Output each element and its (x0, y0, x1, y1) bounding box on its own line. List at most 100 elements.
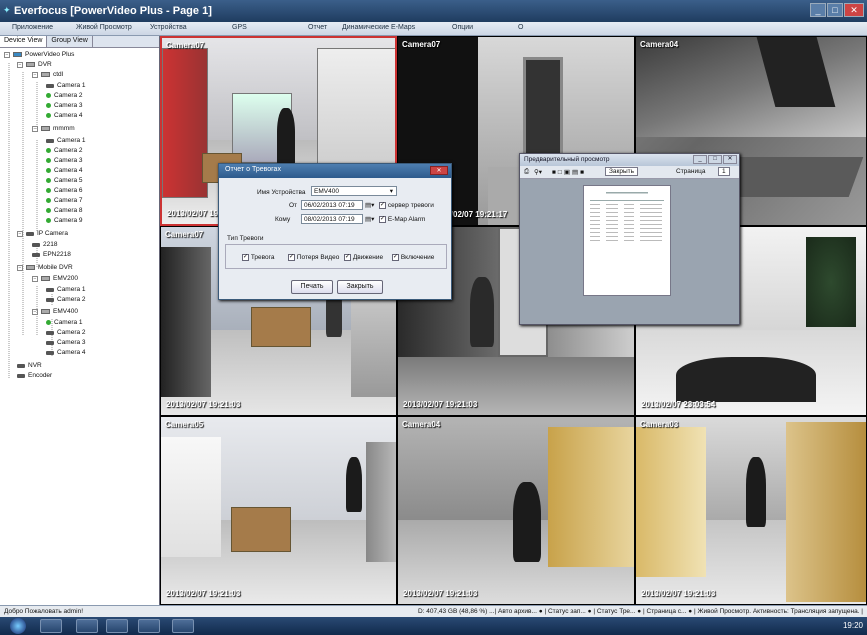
camera-label: Camera07 (165, 230, 204, 239)
emap-alarm-checkbox[interactable]: ✓ E-Map Alarm (379, 216, 425, 223)
menu-live-view[interactable]: Живой Просмотр (76, 24, 132, 31)
camera-timestamp: 2013/02/07 19:21:03 (166, 589, 241, 598)
tree-mmmm[interactable]: − mmmm (32, 125, 75, 132)
print-icon[interactable]: ⎙ (524, 168, 529, 176)
type-motion-checkbox[interactable]: ✓ Движение (344, 254, 383, 261)
camera-online-icon (46, 218, 51, 223)
print-button[interactable]: Печать (291, 280, 333, 294)
ip-camera-icon (32, 242, 40, 247)
page-layout-icons[interactable]: ■□▣▤■ (552, 168, 586, 176)
tree-emv400[interactable]: − EMV400 (32, 308, 78, 315)
tree-root[interactable]: − PowerVideo Plus (4, 51, 74, 58)
page-number-input[interactable]: 1 (718, 167, 730, 176)
camera-view[interactable]: Camera05 2013/02/07 19:21:03 (160, 416, 397, 605)
camera-timestamp: 2013/02/07 19:21:03 (403, 589, 478, 598)
menu-devices[interactable]: Устройства (150, 24, 187, 31)
tab-group-view[interactable]: Group View (47, 36, 93, 47)
tab-device-view[interactable]: Device View (0, 36, 48, 47)
camera-timestamp: 2013/02/07 23:03:54 (641, 400, 716, 409)
tree-mobile-dvr[interactable]: − Mobile DVR (17, 264, 73, 271)
type-video-loss-checkbox[interactable]: ✓ Потеря Видео (288, 254, 339, 261)
tree-camera[interactable]: Camera 2 (46, 296, 86, 303)
camera-icon (46, 330, 54, 335)
camera-timestamp: 2013/02/07 19:21:03 (403, 400, 478, 409)
tree-camera[interactable]: Camera 2 (46, 329, 86, 336)
taskbar-app-icon[interactable] (172, 619, 194, 633)
tree-camera[interactable]: Camera 2 (46, 92, 83, 99)
taskbar-app-icon[interactable] (76, 619, 98, 633)
taskbar-app-icon[interactable] (106, 619, 128, 633)
tree-emv200[interactable]: − EMV200 (32, 275, 78, 282)
tree-camera[interactable]: Camera 4 (46, 112, 83, 119)
preview-minimize-button[interactable]: _ (693, 155, 707, 164)
taskbar-app-icon[interactable] (40, 619, 62, 633)
maximize-button[interactable]: □ (827, 3, 843, 17)
minimize-button[interactable]: _ (810, 3, 826, 17)
calendar-icon[interactable]: ▤▾ (365, 201, 374, 209)
tree-ip-device[interactable]: EPN2218 (32, 251, 71, 258)
menu-gps[interactable]: GPS (232, 24, 247, 31)
dialog-close-button[interactable]: ✕ (430, 166, 448, 175)
tree-camera[interactable]: Camera 4 (46, 167, 83, 174)
close-dialog-button[interactable]: Закрыть (337, 280, 383, 294)
tree-nvr[interactable]: NVR (17, 362, 42, 369)
chevron-down-icon: ▾ (389, 188, 393, 195)
preview-close-button[interactable]: Закрыть (605, 167, 639, 176)
tree-camera[interactable]: Camera 3 (46, 102, 83, 109)
alarm-type-label: Тип Тревоги (227, 235, 264, 242)
menu-options[interactable]: Опции (452, 24, 473, 31)
from-label: От (289, 202, 298, 209)
tree-ctdl[interactable]: − ctdl (32, 71, 63, 78)
camera-view[interactable]: Camera04 2013/02/07 19:21:03 (397, 416, 635, 605)
tree-camera[interactable]: Camera 4 (46, 349, 86, 356)
tree-camera[interactable]: Camera 1 (46, 286, 86, 293)
taskbar-app-icon[interactable] (138, 619, 160, 633)
camera-online-icon (46, 320, 51, 325)
tree-camera[interactable]: Camera 2 (46, 147, 83, 154)
close-button[interactable]: ✕ (844, 3, 864, 17)
tree-camera[interactable]: Camera 7 (46, 197, 83, 204)
from-date-input[interactable]: 06/02/2013 07:19 (301, 200, 363, 210)
tree-camera[interactable]: Camera 5 (46, 177, 83, 184)
menu-o[interactable]: O (518, 24, 523, 31)
type-power-on-checkbox[interactable]: ✓ Включение (392, 254, 434, 261)
clock: 19:20 (842, 621, 863, 630)
tree-camera[interactable]: Camera 1 (46, 137, 86, 144)
tree-camera[interactable]: Camera 3 (46, 339, 86, 346)
status-welcome: Добро Пожаловать admin! (4, 608, 84, 615)
zoom-icon[interactable]: ⚲▾ (534, 168, 542, 176)
tree-camera[interactable]: Camera 1 (46, 82, 86, 89)
device-name-select[interactable]: EMV400 ▾ (311, 186, 397, 196)
tree-camera[interactable]: Camera 6 (46, 187, 83, 194)
camera-online-icon (46, 103, 51, 108)
calendar-icon[interactable]: ▤▾ (365, 215, 374, 223)
menu-report[interactable]: Отчет (308, 24, 327, 31)
preview-maximize-button[interactable]: □ (708, 155, 722, 164)
tree-encoder[interactable]: Encoder (17, 372, 52, 379)
tree-camera[interactable]: Camera 9 (46, 217, 83, 224)
camera-online-icon (46, 208, 51, 213)
camera-timestamp: 2013/02/07 19:21:03 (166, 400, 241, 409)
dvr-icon (26, 62, 35, 67)
tree-dvr[interactable]: − DVR (17, 61, 52, 68)
to-date-input[interactable]: 08/02/2013 07:19 (301, 214, 363, 224)
preview-close-icon[interactable]: ✕ (723, 155, 737, 164)
menu-application[interactable]: Приложение (12, 24, 53, 31)
camera-online-icon (46, 93, 51, 98)
alarm-server-checkbox[interactable]: ✓ сервер тревоги (379, 202, 434, 209)
status-info: D: 407,43 GB (48,86 %) ...| Авто архив..… (417, 608, 863, 615)
globe-icon (13, 52, 22, 57)
encoder-icon (17, 373, 25, 378)
tree-connector-lines (8, 63, 53, 378)
tree-ip-device[interactable]: 2218 (32, 241, 57, 248)
tree-camera[interactable]: Camera 1 (46, 319, 83, 326)
tree-camera[interactable]: Camera 8 (46, 207, 83, 214)
camera-label: Camera07 (166, 41, 205, 50)
start-button[interactable] (10, 618, 26, 634)
tree-camera[interactable]: Camera 3 (46, 157, 83, 164)
camera-view[interactable]: Camera03 2013/02/07 19:21:03 (635, 416, 867, 605)
dvr-icon (41, 126, 50, 131)
tree-ip-camera[interactable]: − IP Camera (17, 230, 68, 237)
type-alarm-checkbox[interactable]: ✓ Тревога (242, 254, 275, 261)
menu-emaps[interactable]: Динамические E-Maps (342, 24, 415, 31)
